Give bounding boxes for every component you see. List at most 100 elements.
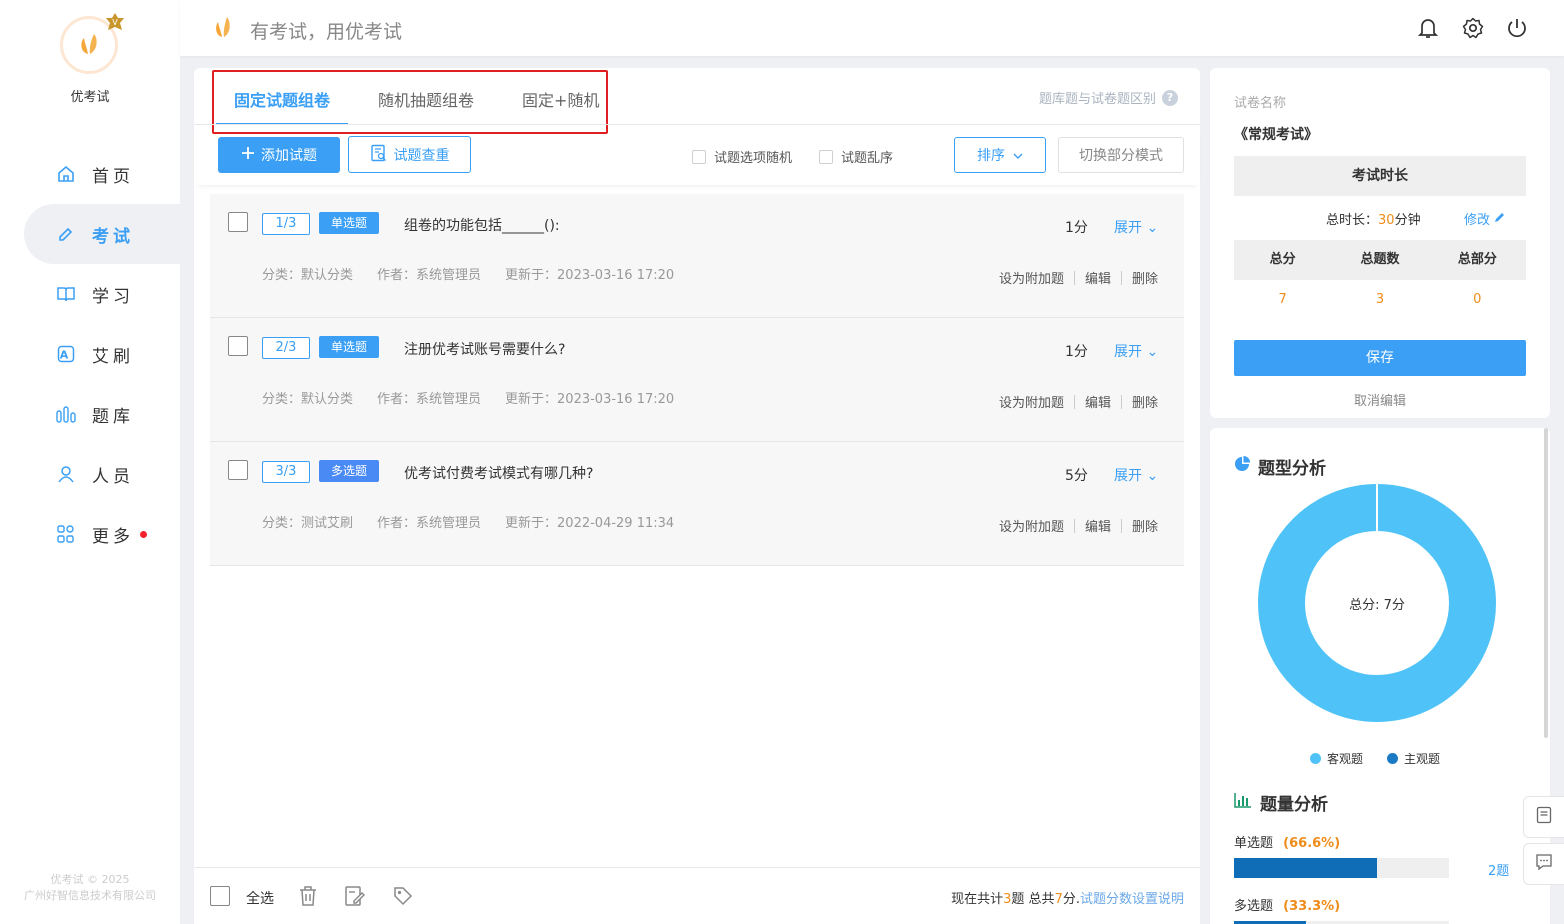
question-mark-icon: ?	[1162, 89, 1178, 106]
pie-chart-icon	[1234, 456, 1250, 477]
chevron-down-icon	[1013, 147, 1023, 163]
power-icon[interactable]	[1506, 17, 1528, 39]
delete-button[interactable]: 删除	[1132, 268, 1158, 287]
sidebar-item-label: 题库	[92, 406, 134, 427]
delete-button[interactable]: 删除	[1132, 516, 1158, 535]
question-actions: 设为附加题 编辑 删除	[999, 268, 1158, 287]
question-summary: 现在共计3题 总共7分.试题分数设置说明	[951, 892, 1184, 907]
row-checkbox[interactable]	[228, 460, 248, 480]
edit-duration-button[interactable]: 修改	[1464, 209, 1506, 228]
tab-fixed-random[interactable]: 固定+随机	[504, 68, 617, 124]
question-type-badge: 单选题	[319, 212, 380, 234]
chevron-down-icon: ⌄	[1142, 344, 1159, 360]
tab-random[interactable]: 随机抽题组卷	[360, 68, 492, 124]
bar-fill-single	[1234, 858, 1378, 878]
diff-help-link[interactable]: 题库题与试卷题区别 ?	[1039, 88, 1178, 107]
type-analysis-title: 题型分析	[1234, 454, 1326, 479]
question-meta: 分类：测试艾刷 作者：系统管理员 更新于：2022-04-29 11:34	[262, 516, 675, 531]
tag-icon[interactable]	[392, 885, 414, 907]
question-title: 组卷的功能包括______():	[404, 218, 560, 234]
vip-badge-icon: V	[104, 12, 126, 34]
paper-info-panel: 试卷名称 《常规考试》 考试时长 总时长：30分钟 修改 总分 总题数 总部分 …	[1210, 68, 1550, 418]
random-options-checkbox[interactable]: 试题选项随机	[692, 147, 792, 166]
duration-header: 考试时长	[1234, 156, 1526, 196]
question-number: 3/3	[262, 461, 310, 483]
sidebar-item-exam[interactable]: 考试	[24, 204, 180, 264]
sidebar-item-home[interactable]: 首页	[0, 144, 180, 204]
row-checkbox[interactable]	[228, 336, 248, 356]
legend-item-subjective[interactable]: 主观题	[1387, 750, 1440, 767]
apps-icon	[56, 524, 76, 544]
sort-dropdown[interactable]: 排序	[954, 137, 1046, 173]
duplicate-check-button[interactable]: 试题查重	[348, 136, 471, 173]
delete-button[interactable]: 删除	[1132, 392, 1158, 411]
row-checkbox[interactable]	[228, 212, 248, 232]
chevron-down-icon: ⌄	[1142, 468, 1159, 484]
question-row: 3/3 多选题 优考试付费考试模式有哪几种? 5分 展开 ⌄ 分类：测试艾刷 作…	[210, 442, 1184, 566]
shuffle-checkbox[interactable]: 试题乱序	[819, 147, 893, 166]
legend-item-objective[interactable]: 客观题	[1310, 750, 1363, 767]
total-score: 7	[1278, 292, 1287, 307]
tab-fixed[interactable]: 固定试题组卷	[216, 68, 349, 125]
set-bonus-button[interactable]: 设为附加题	[999, 516, 1064, 535]
question-score: 1分	[1065, 344, 1088, 360]
sidebar-item-label: 更多	[92, 526, 134, 547]
stats-header: 总分 总题数 总部分	[1234, 240, 1526, 280]
trash-icon[interactable]	[298, 885, 320, 907]
bar-count-single: 2题	[1488, 864, 1510, 879]
chevron-down-icon: ⌄	[1142, 220, 1159, 236]
sidebar-item-label: 人员	[92, 466, 134, 487]
select-all-label[interactable]: 全选	[246, 888, 274, 908]
add-question-button[interactable]: 添加试题	[218, 137, 340, 173]
edit-button[interactable]: 编辑	[1085, 516, 1111, 535]
sidebar-item-practice[interactable]: A 艾刷	[0, 324, 180, 384]
paper-name-label: 试卷名称	[1234, 96, 1287, 111]
edit-score-icon[interactable]	[344, 885, 366, 907]
bell-icon[interactable]	[1418, 17, 1440, 39]
sidebar-item-study[interactable]: 学习	[0, 264, 180, 324]
app-name: 优考试	[70, 90, 110, 105]
settings-icon[interactable]	[1462, 17, 1484, 39]
expand-toggle[interactable]: 展开 ⌄	[1114, 465, 1158, 485]
pencil-icon	[1494, 211, 1506, 227]
question-bank-icon	[56, 404, 76, 424]
expand-toggle[interactable]: 展开 ⌄	[1114, 341, 1158, 361]
score-help-link[interactable]: 试题分数设置说明	[1080, 892, 1184, 907]
chat-icon	[1535, 853, 1553, 875]
duration-value: 总时长：30分钟	[1326, 213, 1421, 228]
select-all-checkbox[interactable]	[210, 886, 230, 906]
chat-float-button[interactable]	[1523, 843, 1564, 885]
analysis-scrollbar[interactable]	[1544, 428, 1548, 738]
sidebar-item-more[interactable]: 更多	[0, 504, 180, 564]
sidebar-item-users[interactable]: 人员	[0, 444, 180, 504]
set-bonus-button[interactable]: 设为附加题	[999, 392, 1064, 411]
cancel-edit-button[interactable]: 取消编辑	[1234, 390, 1526, 409]
app-logo[interactable]: V	[60, 13, 124, 76]
document-search-icon	[370, 144, 388, 166]
edit-button[interactable]: 编辑	[1085, 268, 1111, 287]
toolbar: 添加试题 试题查重 试题选项随机 试题乱序 排序 切换部分模式	[194, 125, 1200, 185]
question-row: 2/3 单选题 注册优考试账号需要什么? 1分 展开 ⌄ 分类：默认分类 作者：…	[210, 318, 1184, 442]
question-number: 1/3	[262, 213, 310, 235]
sidebar-item-label: 考试	[92, 226, 134, 247]
home-icon	[56, 164, 76, 184]
switch-section-mode-button[interactable]: 切换部分模式	[1058, 137, 1184, 173]
bar-label-multi: 多选题 (33.3%)	[1234, 899, 1341, 914]
expand-toggle[interactable]: 展开 ⌄	[1114, 217, 1158, 237]
sidebar: V 优考试 首页 考试 学习 A 艾刷 题库 人员 更多 优考试 © 2025 …	[0, 0, 180, 924]
question-actions: 设为附加题 编辑 删除	[999, 516, 1158, 535]
sidebar-item-label: 学习	[92, 286, 134, 307]
paper-name: 《常规考试》	[1234, 127, 1318, 143]
copyright: 优考试 © 2025 广州好智信息技术有限公司	[24, 873, 156, 902]
edit-button[interactable]: 编辑	[1085, 392, 1111, 411]
sidebar-item-question-bank[interactable]: 题库	[0, 384, 180, 444]
notes-float-button[interactable]	[1523, 796, 1564, 838]
save-button[interactable]: 保存	[1234, 340, 1526, 376]
question-list: 1/3 单选题 组卷的功能包括______(): 1分 展开 ⌄ 分类：默认分类…	[210, 194, 1184, 566]
top-actions	[1418, 17, 1528, 39]
set-bonus-button[interactable]: 设为附加题	[999, 268, 1064, 287]
compose-tabs: 固定试题组卷 随机抽题组卷 固定+随机	[216, 68, 629, 125]
brand-leaf-icon	[212, 15, 234, 43]
chart-legend: 客观题 主观题	[1310, 750, 1440, 767]
question-row: 1/3 单选题 组卷的功能包括______(): 1分 展开 ⌄ 分类：默认分类…	[210, 194, 1184, 318]
